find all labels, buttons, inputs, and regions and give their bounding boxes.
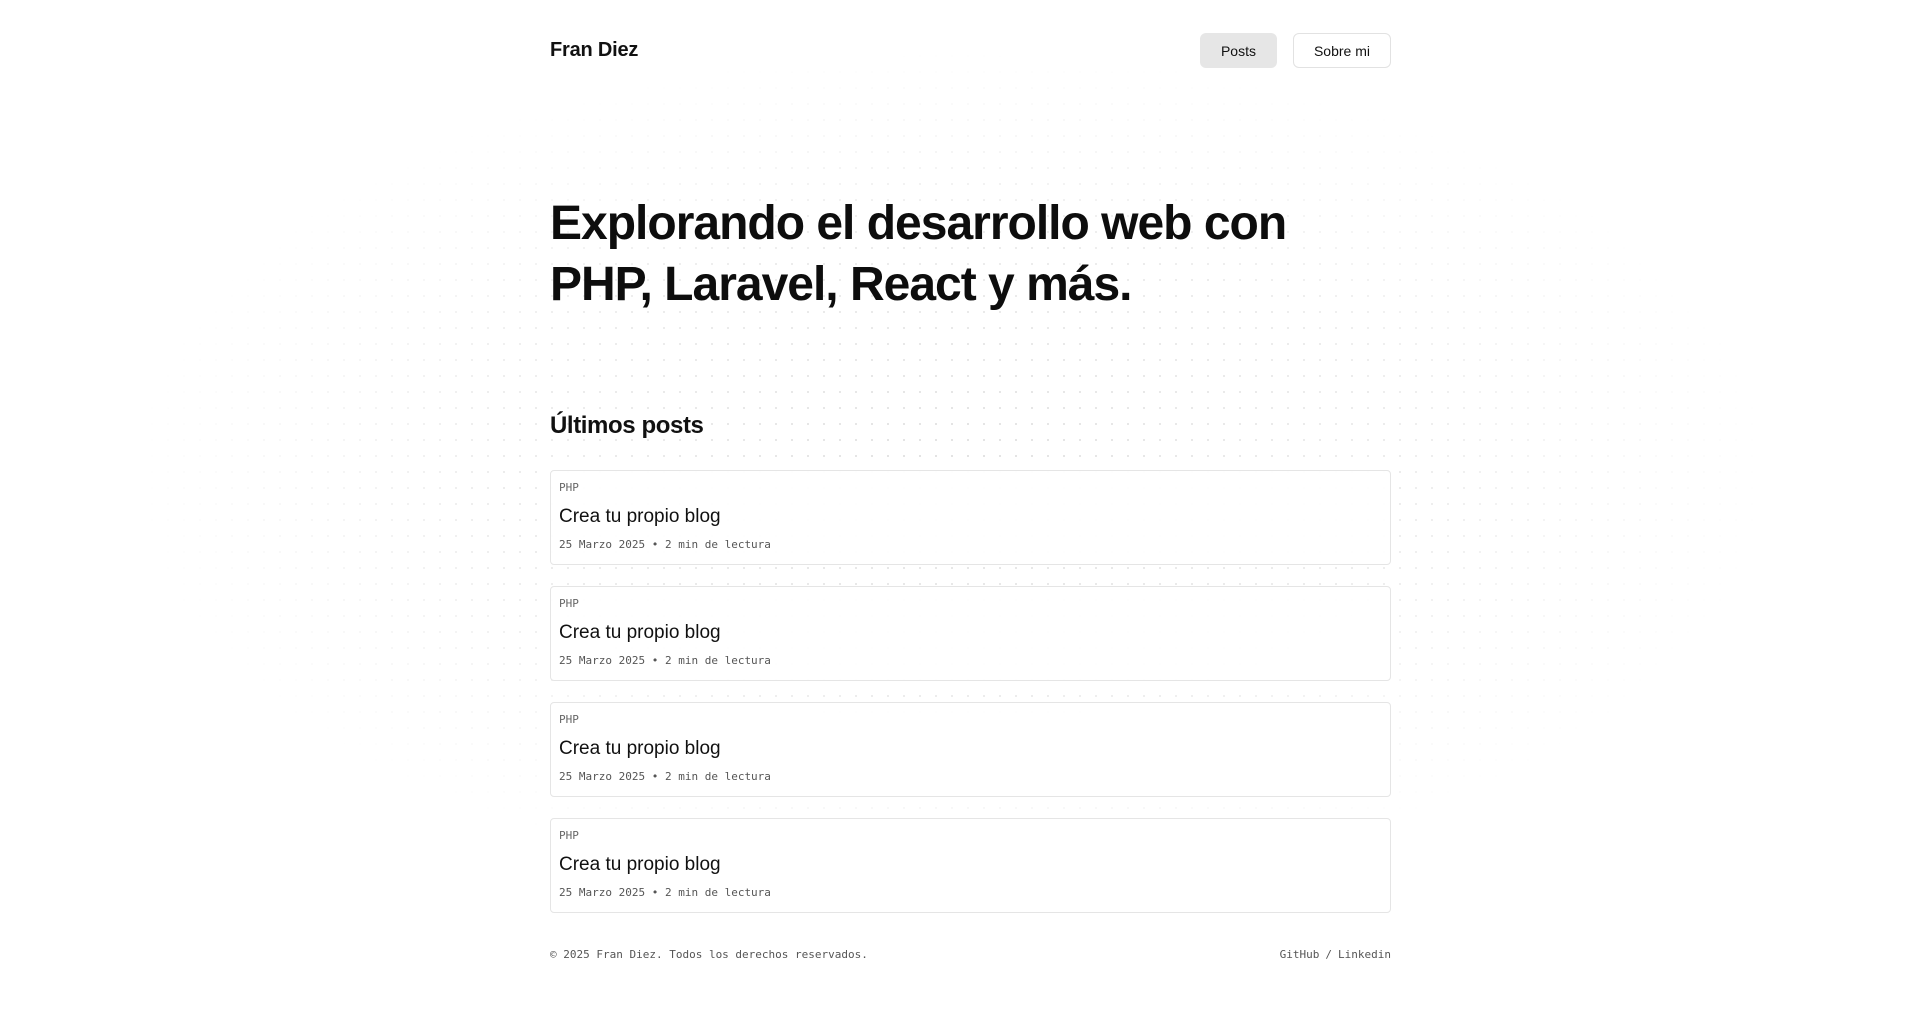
post-title: Crea tu propio blog (559, 854, 721, 875)
post-tag: PHP (559, 713, 579, 726)
post-date: 25 Marzo 2025 (559, 654, 646, 667)
post-read-time: 2 min de lectura (664, 770, 771, 783)
post-title: Crea tu propio blog (559, 622, 721, 643)
bullet-separator: • (651, 886, 659, 899)
footer-links: GitHub / Linkedin (1280, 948, 1391, 961)
nav-posts-button[interactable]: Posts (1199, 32, 1277, 68)
post-read-time: 2 min de lectura (664, 654, 771, 667)
bullet-separator: • (651, 770, 659, 783)
post-title: Crea tu propio blog (559, 506, 721, 527)
post-date: 25 Marzo 2025 (559, 886, 646, 899)
github-link[interactable]: GitHub (1280, 948, 1320, 961)
post-card[interactable]: PHP Crea tu propio blog 25 Marzo 2025 • … (550, 702, 1391, 797)
site-header: Fran Diez Posts Sobre mi (550, 0, 1391, 100)
hero-title: Explorando el desarrollo web con PHP, La… (550, 197, 1287, 311)
post-list: PHP Crea tu propio blog 25 Marzo 2025 • … (550, 470, 1391, 913)
post-card[interactable]: PHP Crea tu propio blog 25 Marzo 2025 • … (550, 586, 1391, 681)
bullet-separator: • (651, 654, 659, 667)
post-title: Crea tu propio blog (559, 738, 721, 759)
main-container: Fran Diez Posts Sobre mi Explorando el d… (550, 0, 1391, 961)
post-meta: 25 Marzo 2025 • 2 min de lectura (559, 654, 1382, 667)
footer-link-separator: / (1325, 948, 1333, 961)
post-meta: 25 Marzo 2025 • 2 min de lectura (559, 538, 1382, 551)
post-meta: 25 Marzo 2025 • 2 min de lectura (559, 770, 1382, 783)
post-card[interactable]: PHP Crea tu propio blog 25 Marzo 2025 • … (550, 818, 1391, 913)
post-meta: 25 Marzo 2025 • 2 min de lectura (559, 886, 1382, 899)
copyright-text: © 2025 Fran Diez. Todos los derechos res… (550, 948, 868, 961)
bullet-separator: • (651, 538, 659, 551)
post-card[interactable]: PHP Crea tu propio blog 25 Marzo 2025 • … (550, 470, 1391, 565)
latest-posts-heading: Últimos posts (550, 412, 704, 439)
site-footer: © 2025 Fran Diez. Todos los derechos res… (550, 948, 1391, 961)
brand-link[interactable]: Fran Diez (550, 39, 638, 62)
post-read-time: 2 min de lectura (664, 538, 771, 551)
linkedin-link[interactable]: Linkedin (1338, 948, 1391, 961)
post-date: 25 Marzo 2025 (559, 538, 646, 551)
post-tag: PHP (559, 481, 579, 494)
page: Fran Diez Posts Sobre mi Explorando el d… (0, 0, 1905, 1009)
post-read-time: 2 min de lectura (664, 886, 771, 899)
post-tag: PHP (559, 829, 579, 842)
nav-about-button[interactable]: Sobre mi (1292, 32, 1391, 68)
post-tag: PHP (559, 597, 579, 610)
post-date: 25 Marzo 2025 (559, 770, 646, 783)
main-nav: Posts Sobre mi (1199, 32, 1391, 68)
